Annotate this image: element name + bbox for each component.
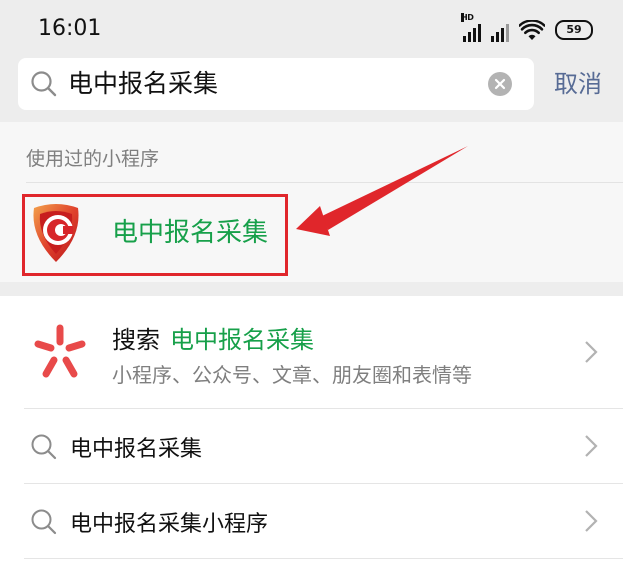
search-icon — [31, 509, 57, 535]
search-all-subtitle: 小程序、公众号、文章、朋友圈和表情等 — [112, 363, 472, 387]
suggestion-text: 电中报名采集小程序 — [70, 512, 269, 537]
miniprogram-name: 电中报名采集 — [112, 218, 269, 248]
wifi-icon — [519, 20, 545, 40]
chevron-right-icon — [585, 435, 598, 457]
battery-icon: 59 — [555, 20, 593, 40]
search-all-keyword: 电中报名采集 — [170, 326, 314, 354]
section-title: 使用过的小程序 — [26, 148, 160, 170]
divider — [26, 182, 623, 183]
chevron-right-icon — [585, 341, 598, 363]
battery-level: 59 — [566, 23, 582, 36]
chevron-right-icon — [585, 510, 598, 532]
search-input[interactable]: 电中报名采集 — [68, 68, 218, 100]
status-icons: HD 59 — [461, 13, 593, 42]
search-all-title: 搜索 电中报名采集 — [112, 320, 314, 355]
search-icon — [31, 434, 57, 460]
search-header: 电中报名采集 取消 — [0, 56, 623, 122]
suggestion-row[interactable]: 电中报名采集 — [0, 409, 623, 483]
search-all-prefix: 搜索 — [112, 326, 160, 354]
suggestion-text: 电中报名采集 — [70, 437, 203, 462]
suggestion-row[interactable]: 电中报名采集小程序 — [0, 484, 623, 558]
signal-hd-icon: HD — [461, 13, 481, 42]
used-miniprograms-section: 使用过的小程序 电中报名采集 — [0, 122, 623, 282]
signal-icon — [491, 22, 509, 42]
cancel-button[interactable]: 取消 — [554, 68, 602, 100]
search-icon — [31, 71, 57, 97]
search-results: 搜索 电中报名采集 小程序、公众号、文章、朋友圈和表情等 电中报名采集 电中报名采… — [0, 296, 623, 562]
clear-icon[interactable] — [488, 72, 512, 96]
search-all-icon — [34, 324, 86, 378]
network-badge: HD — [461, 13, 474, 22]
status-bar: 16:01 HD 59 — [0, 0, 623, 56]
miniprogram-item[interactable]: 电中报名采集 — [22, 194, 286, 274]
search-box[interactable]: 电中报名采集 — [18, 58, 534, 110]
status-time: 16:01 — [38, 16, 102, 41]
app-logo-icon — [33, 204, 79, 262]
search-all-row[interactable]: 搜索 电中报名采集 小程序、公众号、文章、朋友圈和表情等 — [0, 296, 623, 408]
divider — [24, 558, 623, 559]
